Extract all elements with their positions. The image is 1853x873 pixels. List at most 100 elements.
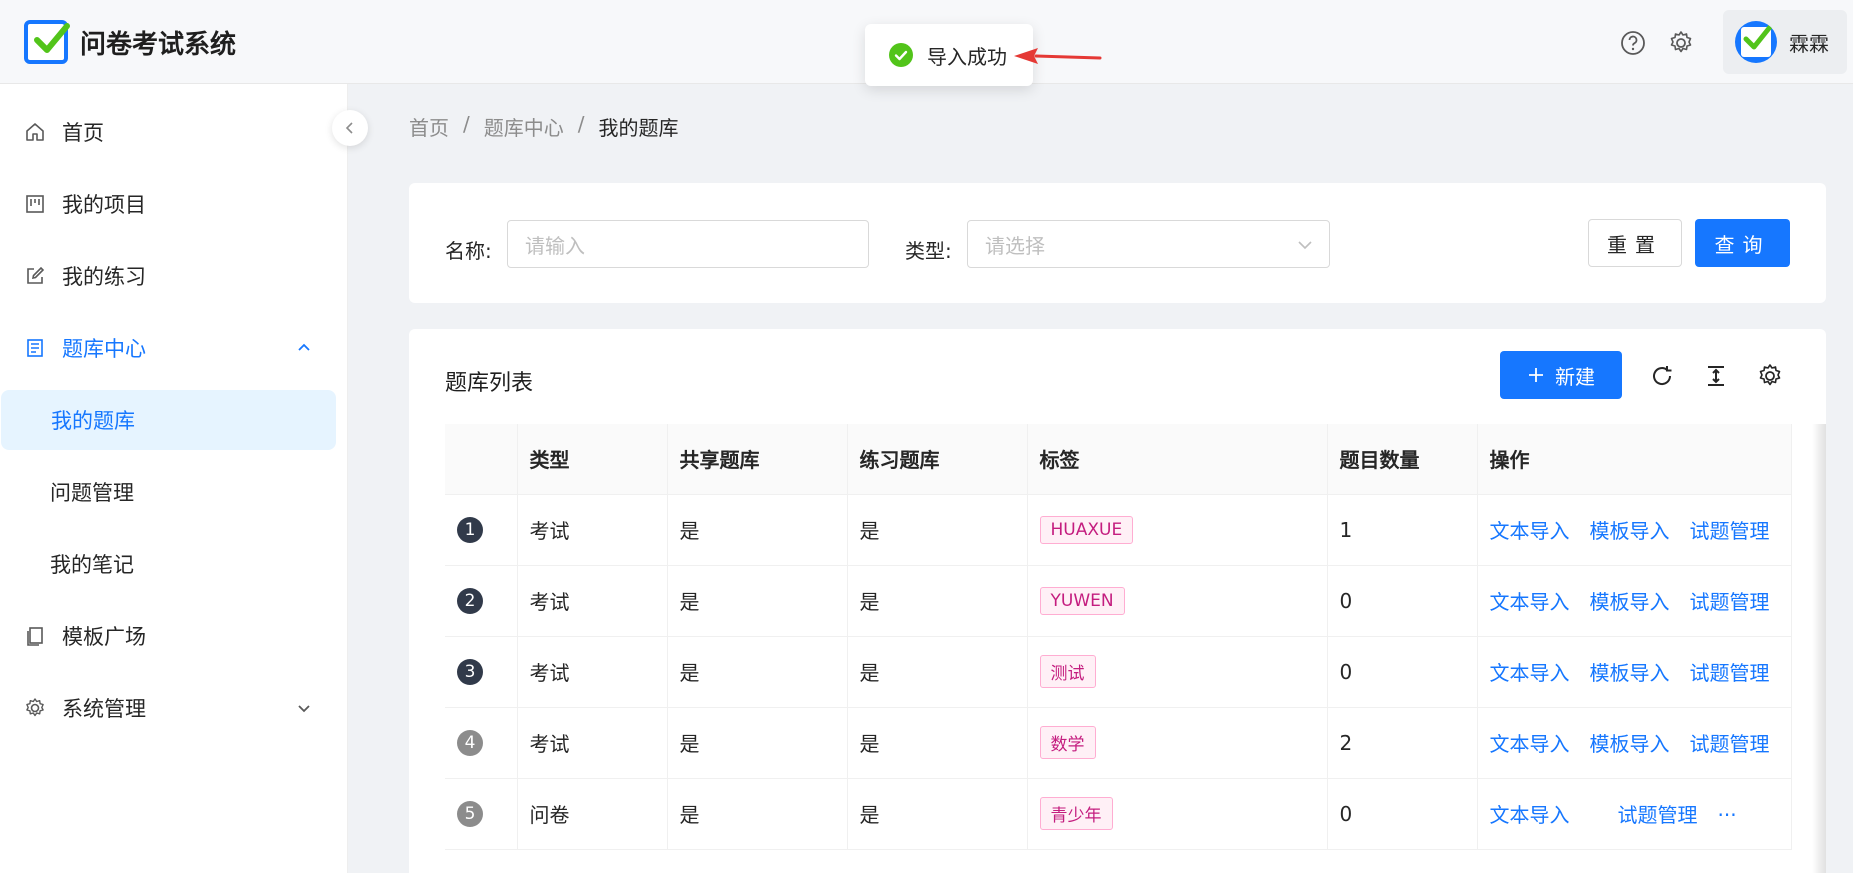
- sidebar-item-practice[interactable]: 我的练习: [0, 246, 348, 306]
- sidebar-item-projects[interactable]: 我的项目: [0, 174, 348, 234]
- column-header-practice: 练习题库: [847, 424, 1028, 495]
- text-import-link[interactable]: 文本导入: [1490, 803, 1570, 827]
- sidebar-subitem-label: 我的笔记: [50, 553, 134, 577]
- sidebar-subitem-questions[interactable]: 问题管理: [0, 462, 348, 522]
- more-actions-button[interactable]: ···: [1718, 803, 1737, 827]
- app-logo[interactable]: 问卷考试系统: [24, 20, 236, 64]
- manage-questions-link[interactable]: 试题管理: [1690, 519, 1770, 543]
- type-label: 类型:: [905, 239, 952, 263]
- refresh-icon[interactable]: [1649, 363, 1675, 389]
- text-import-link[interactable]: 文本导入: [1490, 519, 1570, 543]
- check-circle-icon: [889, 43, 913, 67]
- sidebar-item-system[interactable]: 系统管理: [0, 678, 348, 738]
- cell-type: 考试: [517, 494, 668, 566]
- column-header-count: 题目数量: [1327, 424, 1478, 495]
- breadcrumb: 首页 / 题库中心 / 我的题库: [409, 112, 679, 141]
- manage-questions-link[interactable]: 试题管理: [1618, 803, 1698, 827]
- cell-type: 考试: [517, 565, 668, 637]
- cell-count: 0: [1327, 636, 1478, 708]
- user-menu[interactable]: 霖霖: [1723, 10, 1847, 74]
- new-button[interactable]: 新建: [1500, 351, 1622, 399]
- template-icon: [27, 627, 43, 646]
- sidebar-item-label: 首页: [62, 121, 104, 145]
- home-icon: [26, 123, 44, 141]
- reset-button[interactable]: 重置: [1588, 219, 1682, 267]
- row-index: 2: [457, 588, 483, 614]
- cell-shared: 是: [667, 636, 848, 708]
- sidebar-subitem-label: 问题管理: [50, 481, 134, 505]
- cell-count: 0: [1327, 778, 1478, 850]
- text-import-link[interactable]: 文本导入: [1490, 590, 1570, 614]
- column-header-index: [445, 424, 518, 495]
- sidebar-item-home[interactable]: 首页: [0, 102, 348, 162]
- user-name: 霖霖: [1789, 31, 1829, 56]
- type-select[interactable]: 请选择: [967, 220, 1330, 268]
- column-header-type: 类型: [517, 424, 668, 495]
- table-card: 题库列表 新建 类型 共享题库 练习题库 标签 题目数量 操作 1 考试 是 是…: [409, 329, 1826, 873]
- tag-badge: 青少年: [1039, 797, 1113, 830]
- template-import-link[interactable]: 模板导入: [1590, 519, 1670, 543]
- cell-shared: 是: [667, 707, 848, 779]
- table-row: 1 考试 是 是 HUAXUE 1 文本导入 模板导入 试题管理: [445, 494, 1792, 566]
- sidebar-subitem-label: 我的题库: [51, 409, 135, 433]
- name-input[interactable]: 请输入: [507, 220, 869, 268]
- sidebar-item-question-bank[interactable]: 题库中心: [0, 318, 348, 378]
- breadcrumb-home[interactable]: 首页: [409, 112, 449, 141]
- chevron-up-icon: [298, 343, 310, 351]
- template-import-link[interactable]: 模板导入: [1590, 732, 1670, 756]
- table-scroll-shadow: [1812, 424, 1826, 873]
- breadcrumb-current: 我的题库: [598, 116, 679, 140]
- success-toast: 导入成功: [865, 24, 1033, 86]
- cell-shared: 是: [667, 494, 848, 566]
- text-import-link[interactable]: 文本导入: [1490, 732, 1570, 756]
- chevron-down-icon: [298, 705, 310, 713]
- text-import-link[interactable]: 文本导入: [1490, 661, 1570, 685]
- cell-practice: 是: [847, 565, 1028, 637]
- column-height-icon[interactable]: [1703, 363, 1729, 389]
- new-button-label: 新建: [1555, 364, 1595, 389]
- cell-practice: 是: [847, 636, 1028, 708]
- book-icon: [27, 339, 43, 357]
- sidebar-subitem-my-bank[interactable]: 我的题库: [1, 390, 336, 450]
- logo-check-icon: [24, 20, 70, 64]
- gear-icon[interactable]: [1668, 30, 1694, 56]
- column-header-actions: 操作: [1477, 424, 1792, 495]
- help-circle-icon[interactable]: [1620, 30, 1646, 56]
- tag-badge: YUWEN: [1039, 586, 1125, 615]
- row-index: 5: [457, 801, 483, 827]
- table-row: 2 考试 是 是 YUWEN 0 文本导入 模板导入 试题管理: [445, 565, 1792, 637]
- cell-type: 考试: [517, 707, 668, 779]
- table-row: 4 考试 是 是 数学 2 文本导入 模板导入 试题管理: [445, 707, 1792, 779]
- red-arrow-annotation: [1014, 48, 1102, 64]
- edit-icon: [27, 266, 45, 284]
- query-button[interactable]: 查询: [1695, 219, 1790, 267]
- template-import-link[interactable]: 模板导入: [1590, 590, 1670, 614]
- sidebar-subitem-notes[interactable]: 我的笔记: [0, 534, 348, 594]
- cell-practice: 是: [847, 494, 1028, 566]
- chevron-left-icon: [345, 122, 353, 134]
- cell-type: 考试: [517, 636, 668, 708]
- gear-icon[interactable]: [1757, 363, 1783, 389]
- cell-practice: 是: [847, 778, 1028, 850]
- avatar: [1735, 21, 1777, 63]
- sidebar-item-templates[interactable]: 模板广场: [0, 606, 348, 666]
- manage-questions-link[interactable]: 试题管理: [1690, 590, 1770, 614]
- tag-badge: 数学: [1039, 726, 1096, 759]
- sidebar-item-label: 我的练习: [62, 265, 146, 289]
- app-title: 问卷考试系统: [80, 29, 237, 60]
- breadcrumb-question-center[interactable]: 题库中心: [484, 112, 564, 141]
- collapse-sidebar-button[interactable]: [332, 110, 368, 146]
- cell-shared: 是: [667, 565, 848, 637]
- sidebar-item-label: 我的项目: [62, 193, 146, 217]
- cell-count: 2: [1327, 707, 1478, 779]
- manage-questions-link[interactable]: 试题管理: [1690, 661, 1770, 685]
- breadcrumb-separator: /: [463, 112, 470, 136]
- row-index: 3: [457, 659, 483, 685]
- plus-icon: [1529, 368, 1543, 382]
- manage-questions-link[interactable]: 试题管理: [1690, 732, 1770, 756]
- cell-type: 问卷: [517, 778, 668, 850]
- cell-shared: 是: [667, 778, 848, 850]
- chevron-down-icon: [1298, 241, 1312, 250]
- template-import-link[interactable]: 模板导入: [1590, 661, 1670, 685]
- sidebar-item-label: 模板广场: [62, 625, 146, 649]
